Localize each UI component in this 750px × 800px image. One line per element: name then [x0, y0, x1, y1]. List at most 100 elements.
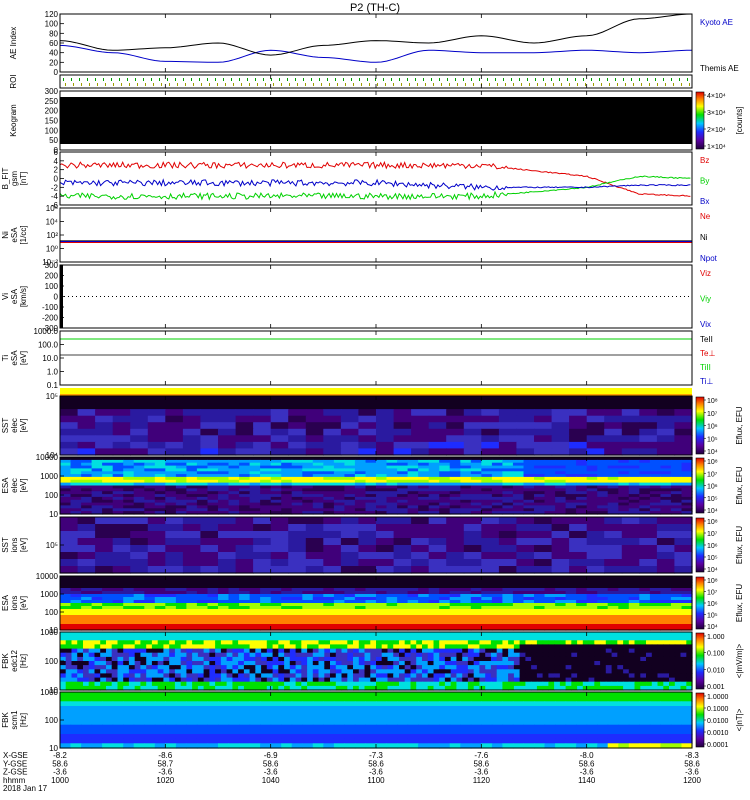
spectrogram-cell — [427, 673, 434, 679]
spectrogram-cell — [330, 661, 337, 666]
spectrogram-cell — [302, 710, 314, 716]
spectrogram-cell — [330, 644, 337, 650]
spectrogram-cell — [272, 661, 279, 666]
spectrogram-cell — [270, 701, 282, 707]
roi-mark — [207, 78, 208, 81]
spectrogram-cell — [416, 648, 423, 654]
spectrogram-cell — [130, 566, 149, 574]
spectrogram-cell — [318, 681, 325, 687]
spectrogram-cell — [146, 632, 153, 637]
spectrogram-cell — [639, 415, 658, 423]
spectrogram-cell — [617, 632, 624, 637]
spectrogram-cell — [65, 677, 72, 683]
spectrogram-cell — [519, 648, 526, 654]
spectrogram-cell — [146, 652, 153, 658]
spectrogram-cell — [586, 422, 605, 430]
spectrogram-cell — [498, 396, 518, 404]
spectrogram-cell — [481, 545, 500, 553]
spectrogram-cell — [674, 545, 693, 553]
spectrogram-cell — [157, 640, 164, 645]
spectrogram-cell — [307, 665, 314, 670]
spectrogram-cell — [140, 648, 147, 654]
spectrogram-cell — [544, 692, 556, 698]
spectrogram-cell — [186, 644, 193, 650]
spectrogram-cell — [288, 545, 307, 553]
spectrogram-cell — [215, 632, 222, 637]
spectrogram-cell — [65, 648, 72, 654]
spectrogram-cell — [77, 652, 84, 658]
spectrogram-cell — [628, 696, 640, 702]
spectrogram-cell — [444, 673, 452, 679]
spectrogram-cell — [157, 681, 164, 687]
spectrogram-cell — [60, 661, 67, 666]
spectrogram-cell — [197, 632, 205, 637]
spectrogram-cell — [376, 559, 395, 567]
spectrogram-cell — [289, 673, 297, 679]
spectrogram-cell — [481, 517, 500, 525]
spectrogram-cell — [376, 673, 383, 679]
spectrogram-cell — [680, 636, 687, 641]
spectrogram-cell — [411, 415, 430, 423]
spectrogram-cell — [272, 673, 279, 679]
spectrogram-cell — [639, 692, 651, 698]
spectrogram-cell — [628, 710, 640, 716]
spectrogram-cell — [399, 677, 406, 683]
spectrogram-cell — [410, 677, 417, 683]
spectrogram-cell — [95, 415, 114, 423]
spectrogram-cell — [209, 640, 216, 645]
spectrogram-cell — [347, 665, 354, 670]
spectrogram-cell — [656, 566, 676, 574]
spectrogram-cell — [485, 640, 492, 645]
spectrogram-cell — [186, 648, 193, 654]
spectrogram-cell — [605, 648, 613, 654]
spectrogram-cell — [95, 422, 114, 430]
spectrogram-cell — [218, 710, 230, 716]
spectrogram-cell — [657, 636, 664, 641]
spectrogram-cell — [376, 402, 395, 410]
spectrogram-cell — [669, 640, 676, 645]
spectrogram-cell — [586, 566, 605, 574]
spectrogram-cell — [481, 441, 500, 450]
spectrogram-cell — [358, 644, 366, 650]
spectrogram-cell — [163, 640, 170, 645]
spectrogram-cell — [291, 696, 303, 702]
spectrogram-cell — [586, 706, 598, 712]
spectrogram-cell — [460, 715, 472, 721]
spectrogram-cell — [433, 661, 440, 666]
spectrogram-cell — [347, 636, 354, 641]
spectrogram-cell — [502, 632, 509, 637]
spectrogram-cell — [215, 652, 222, 658]
spectrogram-cell — [449, 701, 461, 707]
spectrogram-cell — [427, 669, 434, 674]
spectrogram-cell — [330, 632, 337, 637]
spectrogram-cell — [95, 524, 114, 532]
spectrogram-cell — [295, 644, 302, 650]
spectrogram-cell — [226, 677, 233, 683]
spectrogram-cell — [117, 636, 124, 641]
spectrogram-cell — [77, 531, 96, 539]
spectrogram-cell — [473, 656, 480, 662]
spectrogram-cell — [140, 656, 147, 662]
spectrogram-cell — [577, 681, 584, 687]
spectrogram-cell — [404, 677, 411, 683]
spectrogram-cell — [411, 538, 430, 546]
spectrogram-cell — [456, 640, 463, 645]
spectrogram-cell — [182, 422, 202, 430]
roi-mark — [319, 78, 320, 81]
spectrogram-cell — [623, 648, 630, 654]
spectrogram-cell — [140, 681, 147, 687]
spectrogram-cell — [112, 415, 131, 423]
spectrogram-cell — [291, 720, 303, 726]
spectrogram-cell — [370, 673, 377, 679]
spectrogram-cell — [646, 652, 653, 658]
roi-mark — [105, 83, 106, 86]
spectrogram-cell — [91, 701, 103, 707]
spectrogram-cell — [439, 656, 446, 662]
spectrogram-cell — [157, 669, 164, 674]
spectrogram-cell — [60, 692, 72, 698]
spectrogram-cell — [165, 409, 184, 417]
spectrogram-cell — [542, 640, 549, 645]
spectrogram-cell — [364, 640, 371, 645]
spectrogram-cell — [174, 640, 182, 645]
spectrogram-cell — [163, 648, 170, 654]
